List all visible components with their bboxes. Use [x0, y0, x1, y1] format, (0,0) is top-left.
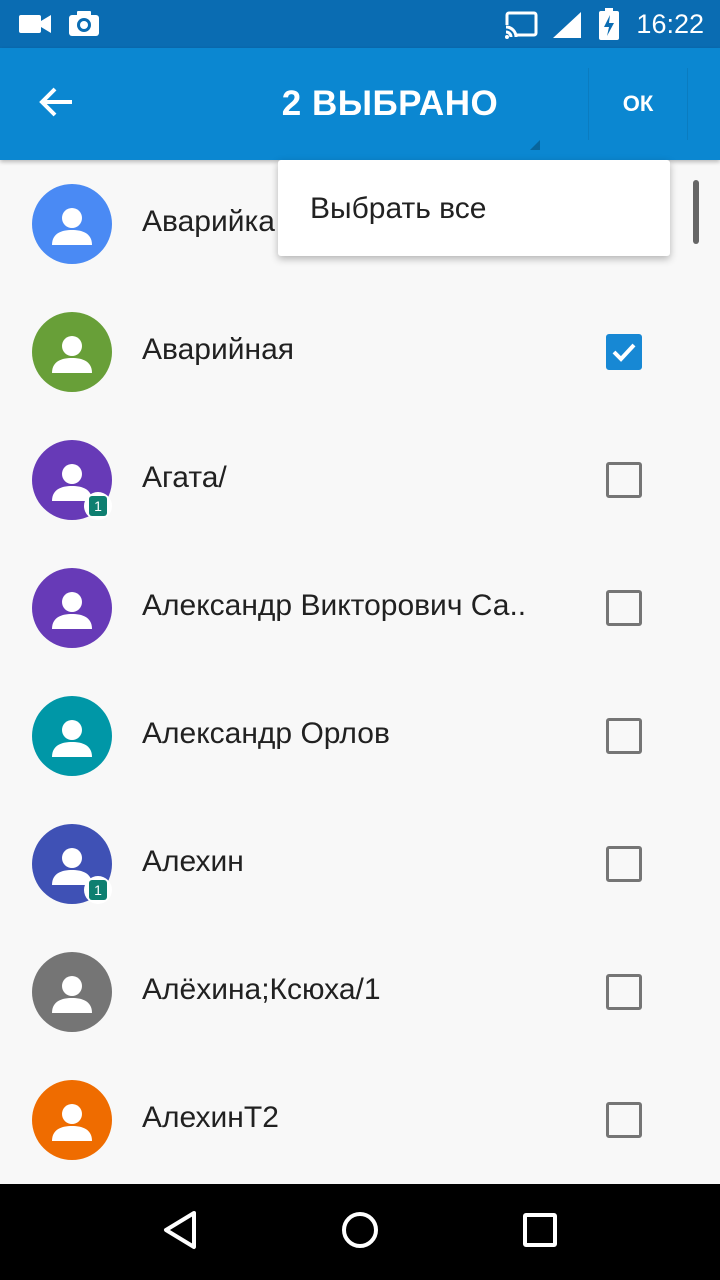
- contact-checkbox[interactable]: [606, 462, 642, 498]
- contact-name: Александр Викторович Са..: [142, 589, 527, 622]
- camera-icon: [68, 10, 100, 43]
- video-camera-icon: [18, 12, 52, 41]
- signal-icon: [552, 11, 582, 44]
- avatar: [32, 184, 112, 264]
- contact-row[interactable]: Аварийная: [0, 288, 720, 416]
- contact-checkbox[interactable]: [606, 718, 642, 754]
- person-icon: [50, 206, 94, 251]
- badge-label: 1: [89, 880, 107, 900]
- account-badge-icon: 1: [84, 492, 112, 520]
- contact-row[interactable]: 1 Алехин: [0, 800, 720, 928]
- nav-home-button[interactable]: [328, 1200, 392, 1264]
- avatar: [32, 952, 112, 1032]
- select-all-menu-item[interactable]: Выбрать все: [310, 192, 486, 226]
- avatar: [32, 1080, 112, 1160]
- contact-checkbox[interactable]: [606, 1102, 642, 1138]
- app-bar: 2 ВЫБРАНО ОК: [0, 48, 720, 160]
- contact-checkbox[interactable]: [606, 974, 642, 1010]
- status-bar: 16:22: [0, 0, 720, 48]
- contact-row[interactable]: АлехинТ2: [0, 1056, 720, 1184]
- contact-row[interactable]: Александр Орлов: [0, 672, 720, 800]
- person-icon: [50, 334, 94, 379]
- back-triangle-icon: [162, 1210, 198, 1255]
- contact-checkbox[interactable]: [606, 846, 642, 882]
- scrollbar[interactable]: [693, 180, 699, 244]
- nav-back-button[interactable]: [148, 1200, 212, 1264]
- clock: 16:22: [636, 9, 704, 39]
- overflow-popup-menu: Выбрать все: [278, 160, 670, 256]
- person-icon: [50, 718, 94, 763]
- ok-button[interactable]: ОК: [588, 68, 688, 140]
- contact-name: Алехин: [142, 845, 244, 878]
- nav-recents-button[interactable]: [508, 1200, 572, 1264]
- contact-checkbox[interactable]: [606, 590, 642, 626]
- contact-name: Аварийная: [142, 333, 294, 366]
- avatar: [32, 696, 112, 776]
- contact-name: Александр Орлов: [142, 717, 390, 750]
- checkmark-icon: [609, 337, 639, 367]
- avatar: [32, 312, 112, 392]
- contact-name: Агата/: [142, 461, 227, 494]
- avatar: [32, 568, 112, 648]
- home-circle-icon: [340, 1210, 380, 1255]
- contact-name: Алёхина;Ксюха/1: [142, 973, 381, 1006]
- spinner-triangle-icon: [530, 140, 540, 150]
- recents-square-icon: [522, 1212, 558, 1253]
- battery-charging-icon: [598, 8, 620, 45]
- person-icon: [50, 590, 94, 635]
- person-icon: [50, 1102, 94, 1147]
- badge-label: 1: [89, 496, 107, 516]
- contact-row[interactable]: Александр Викторович Са..: [0, 544, 720, 672]
- contact-checkbox[interactable]: [606, 334, 642, 370]
- person-icon: [50, 974, 94, 1019]
- contact-row[interactable]: Алёхина;Ксюха/1: [0, 928, 720, 1056]
- contact-row[interactable]: 1 Агата/: [0, 416, 720, 544]
- contact-name: АлехинТ2: [142, 1101, 279, 1134]
- contact-name: Аварийка: [142, 205, 275, 238]
- cast-icon: [504, 11, 538, 44]
- navigation-bar: [0, 1184, 720, 1280]
- account-badge-icon: 1: [84, 876, 112, 904]
